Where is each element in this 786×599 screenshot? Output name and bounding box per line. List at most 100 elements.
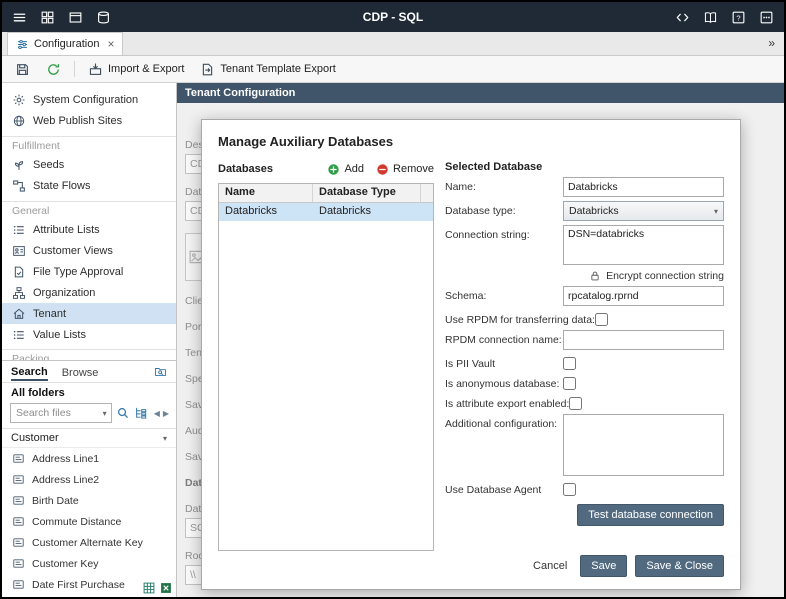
column-header-name[interactable]: Name xyxy=(219,184,313,202)
sidebar-item-attribute-lists[interactable]: Attribute Lists xyxy=(2,219,176,240)
search-pager: ◀ ▶ xyxy=(152,409,169,418)
sidebar-item-seeds[interactable]: Seeds xyxy=(2,154,176,175)
list-item-customer-alternate-key[interactable]: Customer Alternate Key xyxy=(2,532,176,553)
book-icon[interactable] xyxy=(703,10,718,25)
attribute-export-checkbox[interactable] xyxy=(569,397,582,410)
list-item-commute-distance[interactable]: Commute Distance xyxy=(2,511,176,532)
chevron-down-icon: ▾ xyxy=(714,207,718,216)
prev-arrow-icon[interactable]: ◀ xyxy=(154,409,160,418)
toolbar: Import & Export Tenant Template Export xyxy=(2,56,784,83)
save-icon xyxy=(15,62,30,77)
encrypt-connection-string-link[interactable]: Encrypt connection string xyxy=(563,270,724,282)
connection-string-input[interactable]: DSN=databricks xyxy=(563,225,724,265)
folder-search-icon[interactable] xyxy=(154,365,167,378)
remove-icon xyxy=(376,163,389,176)
lock-icon xyxy=(589,270,601,282)
sidebar: System Configuration Web Publish Sites F… xyxy=(2,83,177,597)
dialog-footer: Cancel Save Save & Close xyxy=(533,555,724,577)
sidebar-item-web-publish-sites[interactable]: Web Publish Sites xyxy=(2,110,176,131)
save-toolbar-button[interactable] xyxy=(10,59,35,80)
list-item-address-line1[interactable]: Address Line1 xyxy=(2,448,176,469)
refresh-icon xyxy=(46,62,61,77)
sidebar-item-value-lists[interactable]: Value Lists xyxy=(2,324,176,345)
refresh-button[interactable] xyxy=(41,59,66,80)
connection-string-label: Connection string: xyxy=(445,225,563,241)
save-close-button[interactable]: Save & Close xyxy=(635,555,724,577)
sidebar-item-customer-views[interactable]: Customer Views xyxy=(2,240,176,261)
list-icon xyxy=(12,223,26,237)
database-icon[interactable] xyxy=(96,10,111,25)
table-row-databricks[interactable]: Databricks Databricks xyxy=(219,203,433,221)
database-agent-checkbox[interactable] xyxy=(563,483,576,496)
field-icon xyxy=(12,494,25,507)
tab-overflow-icon[interactable]: » xyxy=(768,36,775,50)
list-item-address-line2[interactable]: Address Line2 xyxy=(2,469,176,490)
next-arrow-icon[interactable]: ▶ xyxy=(163,409,169,418)
close-icon[interactable]: × xyxy=(107,37,114,51)
additional-configuration-input[interactable] xyxy=(563,414,724,476)
search-browse-tabs: Search Browse xyxy=(2,361,176,383)
tab-browse[interactable]: Browse xyxy=(62,364,99,380)
sidebar-item-file-type-approval[interactable]: File Type Approval xyxy=(2,261,176,282)
all-folders-label: All folders xyxy=(2,383,176,400)
additional-configuration-label: Additional configuration: xyxy=(445,414,563,430)
attribute-export-label: Is attribute export enabled: xyxy=(445,394,569,410)
apps-icon[interactable] xyxy=(40,10,55,25)
sidebar-item-organization[interactable]: Organization xyxy=(2,282,176,303)
tab-configuration[interactable]: Configuration × xyxy=(7,32,123,55)
selected-database-form: Selected Database Name: Database type: D… xyxy=(445,161,724,551)
use-rpdm-label: Use RPDM for transferring data: xyxy=(445,310,595,326)
document-check-icon xyxy=(12,265,26,279)
databases-table: Name Database Type Databricks Databricks xyxy=(218,183,434,551)
field-icon xyxy=(12,515,25,528)
sidebar-item-tenant[interactable]: Tenant xyxy=(2,303,176,324)
add-button[interactable]: Add xyxy=(327,163,364,176)
name-input[interactable] xyxy=(563,177,724,197)
apps-grid-icon[interactable] xyxy=(759,10,774,25)
import-export-button[interactable]: Import & Export xyxy=(83,59,189,80)
field-icon xyxy=(12,473,25,486)
page-title: Tenant Configuration xyxy=(177,83,784,103)
search-input[interactable]: Search files ▾ xyxy=(10,403,112,423)
databases-heading: Databases xyxy=(218,163,273,175)
hierarchy-icon[interactable] xyxy=(134,406,148,420)
list-item-customer-key[interactable]: Customer Key xyxy=(2,553,176,574)
rpdm-connection-name-input[interactable] xyxy=(563,330,724,350)
titlebar-left-icons xyxy=(12,10,111,25)
anonymous-database-checkbox[interactable] xyxy=(563,377,576,390)
selected-database-heading: Selected Database xyxy=(445,161,724,173)
list-icon xyxy=(12,328,26,342)
globe-icon xyxy=(12,114,26,128)
cancel-button[interactable]: Cancel xyxy=(533,560,567,572)
database-type-select[interactable]: Databricks ▾ xyxy=(563,201,724,221)
schema-input[interactable] xyxy=(563,286,724,306)
database-agent-label: Use Database Agent xyxy=(445,480,563,496)
column-header-database-type[interactable]: Database Type xyxy=(313,184,421,202)
list-item-email-address[interactable]: Email Address xyxy=(2,595,176,597)
customer-fields-list: Address Line1 Address Line2 Birth Date C… xyxy=(2,448,176,597)
table-icon[interactable] xyxy=(142,581,156,595)
test-database-connection-button[interactable]: Test database connection xyxy=(577,504,724,526)
pii-vault-checkbox[interactable] xyxy=(563,357,576,370)
sidebar-item-system-configuration[interactable]: System Configuration xyxy=(2,89,176,110)
rpdm-connection-name-label: RPDM connection name: xyxy=(445,330,563,346)
save-button[interactable]: Save xyxy=(580,555,627,577)
dialog-title: Manage Auxiliary Databases xyxy=(218,134,724,149)
menu-icon[interactable] xyxy=(12,10,27,25)
customer-section-header[interactable]: Customer ▾ xyxy=(2,428,176,448)
cell-database-type: Databricks xyxy=(313,203,433,221)
excel-icon[interactable] xyxy=(159,581,173,595)
sidebar-item-state-flows[interactable]: State Flows xyxy=(2,175,176,196)
window-icon[interactable] xyxy=(68,10,83,25)
search-icon[interactable] xyxy=(116,406,130,420)
remove-button[interactable]: Remove xyxy=(376,163,434,176)
code-icon[interactable] xyxy=(675,10,690,25)
main-content: Tenant Configuration Descripti CDP - S D… xyxy=(177,83,784,597)
list-item-birth-date[interactable]: Birth Date xyxy=(2,490,176,511)
tab-search[interactable]: Search xyxy=(11,363,48,381)
tenant-template-export-button[interactable]: Tenant Template Export xyxy=(195,59,340,80)
help-icon[interactable] xyxy=(731,10,746,25)
use-rpdm-checkbox[interactable] xyxy=(595,313,608,326)
titlebar-right-icons xyxy=(675,10,774,25)
field-icon xyxy=(12,557,25,570)
